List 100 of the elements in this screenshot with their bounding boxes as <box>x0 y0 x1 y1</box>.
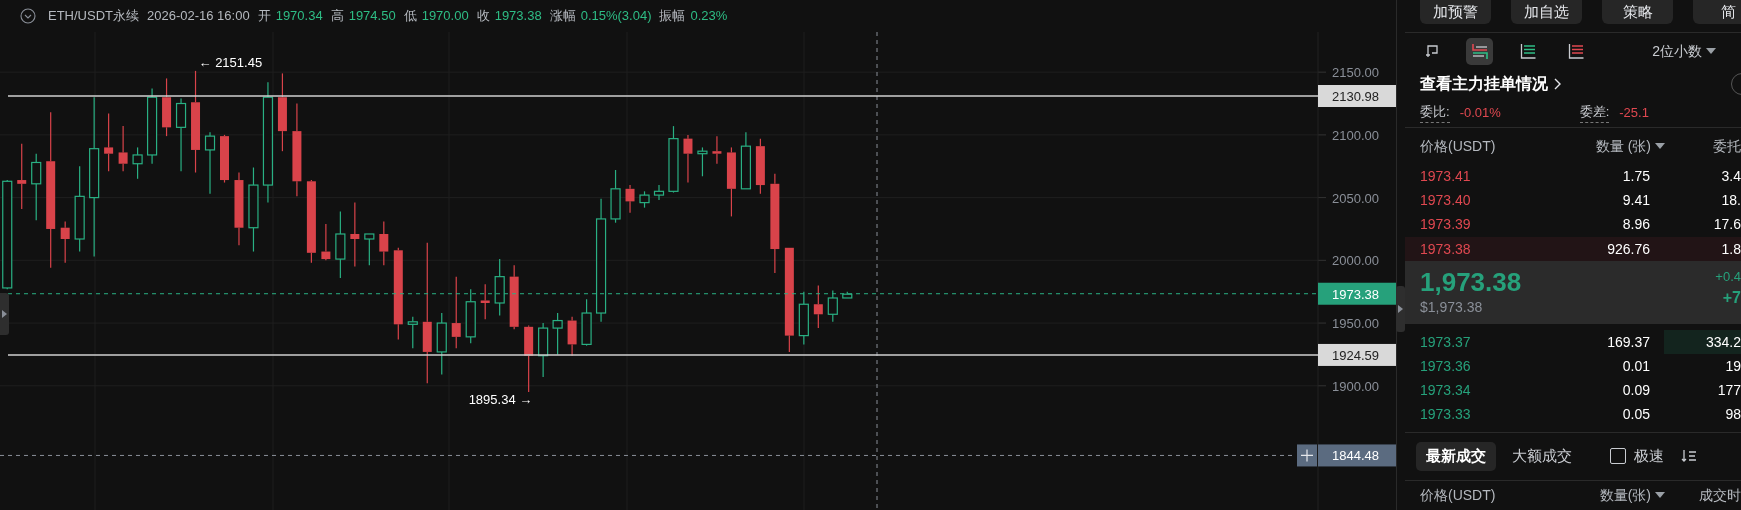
candle <box>625 184 635 214</box>
candle <box>610 169 621 224</box>
ask-price: 1973.40 <box>1420 191 1472 211</box>
popout-icon <box>1423 43 1440 60</box>
candle <box>321 223 331 261</box>
price-tag-label: 1844.48 <box>1332 448 1379 464</box>
collapse-handle[interactable] <box>0 293 9 335</box>
diff-label: 委差: <box>1579 102 1610 123</box>
ask-price: 1973.41 <box>1420 167 1472 187</box>
extreme-price-label: 1895.34 → <box>468 392 533 408</box>
diff-value: -25.1 <box>1619 103 1649 122</box>
bid-price: 1973.37 <box>1420 332 1472 352</box>
column-header-dropdown[interactable]: 数量(张) <box>1570 484 1665 506</box>
caret-icon <box>1655 492 1665 499</box>
caret-right-icon <box>1398 305 1403 313</box>
fast-checkbox[interactable] <box>1610 448 1626 465</box>
price-tag-label: 2130.98 <box>1332 89 1379 104</box>
trade-tab[interactable]: 最新成交 <box>1416 441 1496 471</box>
bid-row[interactable]: 1973.34 0.09 177 <box>1405 378 1741 403</box>
price-axis-label: 2000.00 <box>1332 253 1379 269</box>
depth-link[interactable]: 查看主力挂单情况 <box>1420 72 1548 97</box>
bid-row[interactable]: 1973.36 0.01 19 <box>1405 354 1741 379</box>
bid-row[interactable]: 1973.33 0.05 98 <box>1405 402 1741 427</box>
ask-price: 1973.38 <box>1420 239 1472 259</box>
ohlc-label: 振幅 <box>659 7 686 26</box>
price-tag-label: 1924.59 <box>1332 347 1379 363</box>
candle <box>494 258 505 317</box>
ratio-value: -0.01% <box>1459 103 1502 122</box>
candle <box>132 146 143 180</box>
ohlc-label: 高 <box>330 7 344 26</box>
bid-price: 1973.36 <box>1420 356 1472 376</box>
price-axis-label: 2150.00 <box>1332 65 1379 81</box>
ohlc-value: 0.15%(3.04) <box>580 7 652 26</box>
ask-row[interactable]: 1973.41 1.75 3.4 <box>1405 164 1741 189</box>
candle <box>480 283 490 320</box>
sort-icon[interactable] <box>1681 449 1697 464</box>
ohlc-value: 1970.00 <box>421 7 469 26</box>
panel-toggle-handle[interactable] <box>1396 286 1405 332</box>
ask-amount: 926.76 <box>1606 239 1650 259</box>
ask-amount: 1.75 <box>1621 167 1650 187</box>
candle <box>653 184 665 201</box>
decimals-dropdown[interactable]: 2位小数 <box>1652 40 1716 62</box>
candle <box>712 135 722 165</box>
action-button[interactable]: 简 <box>1693 0 1741 24</box>
candle <box>755 138 765 195</box>
collapse-icon[interactable] <box>20 8 36 24</box>
bid-book-icon <box>1519 43 1536 60</box>
column-header-dropdown[interactable]: 数量 (张) <box>1565 135 1665 157</box>
usd-price: $1,973.38 <box>1420 298 1484 318</box>
price-axis-label: 1950.00 <box>1332 316 1379 332</box>
candle <box>552 312 563 356</box>
ask-total: 3.4 <box>1720 167 1741 187</box>
column-header: 价格(USDT) <box>1420 136 1497 156</box>
candle <box>726 146 736 218</box>
bid-total: 19 <box>1724 356 1741 376</box>
price-axis-label: 2100.00 <box>1332 127 1379 143</box>
ask-book-icon <box>1567 43 1584 60</box>
ohlc-value: 0.23% <box>690 7 728 26</box>
bid-price: 1973.33 <box>1420 405 1472 425</box>
symbol-name: ETH/USDT永续 <box>48 7 139 26</box>
bid-row[interactable]: 1973.37 169.37 334.2 <box>1405 330 1741 355</box>
action-button[interactable]: 加自选 <box>1511 0 1582 24</box>
candle <box>436 312 447 376</box>
add-button[interactable] <box>1297 444 1317 467</box>
ohlc-label: 低 <box>403 7 417 26</box>
trade-tab[interactable]: 大额成交 <box>1502 441 1582 471</box>
candle <box>697 146 708 177</box>
change-amount: +7 <box>1722 288 1741 309</box>
ask-amount: 8.96 <box>1621 215 1650 235</box>
caret-right-icon <box>2 310 7 318</box>
ask-amount: 9.41 <box>1621 191 1650 211</box>
bid-amount: 0.05 <box>1621 405 1650 425</box>
candle <box>639 190 650 209</box>
bid-amount: 0.09 <box>1621 380 1650 400</box>
action-button[interactable]: 策略 <box>1602 0 1673 24</box>
extreme-price-label: ← 2151.45 <box>198 54 263 70</box>
bid-amount: 0.01 <box>1621 356 1650 376</box>
candle <box>538 322 549 378</box>
candle <box>17 143 27 210</box>
bid-total: 177 <box>1716 380 1741 400</box>
candle <box>60 220 70 264</box>
ask-total: 18. <box>1720 191 1741 211</box>
action-button[interactable]: 加预警 <box>1420 0 1491 24</box>
ask-total: 17.6 <box>1712 215 1741 235</box>
ask-row[interactable]: 1973.40 9.41 18. <box>1405 188 1741 213</box>
candle <box>204 131 216 195</box>
last-price: 1,973.38 <box>1420 267 1522 298</box>
candle <box>104 112 114 172</box>
caret-icon <box>1655 143 1665 150</box>
chevron-right-icon <box>1554 78 1562 91</box>
bid-amount: 169.37 <box>1606 332 1650 352</box>
change-percent: +0.4 <box>1715 268 1741 287</box>
ask-row[interactable]: 1973.38 926.76 1.8 <box>1405 237 1741 262</box>
view-toggle[interactable] <box>1466 37 1493 65</box>
caret-icon <box>1706 48 1716 55</box>
candle <box>407 316 418 349</box>
candle <box>31 153 42 221</box>
ohlc-value: 1970.34 <box>275 7 323 26</box>
candle <box>581 298 592 347</box>
ask-row[interactable]: 1973.39 8.96 17.6 <box>1405 212 1741 237</box>
